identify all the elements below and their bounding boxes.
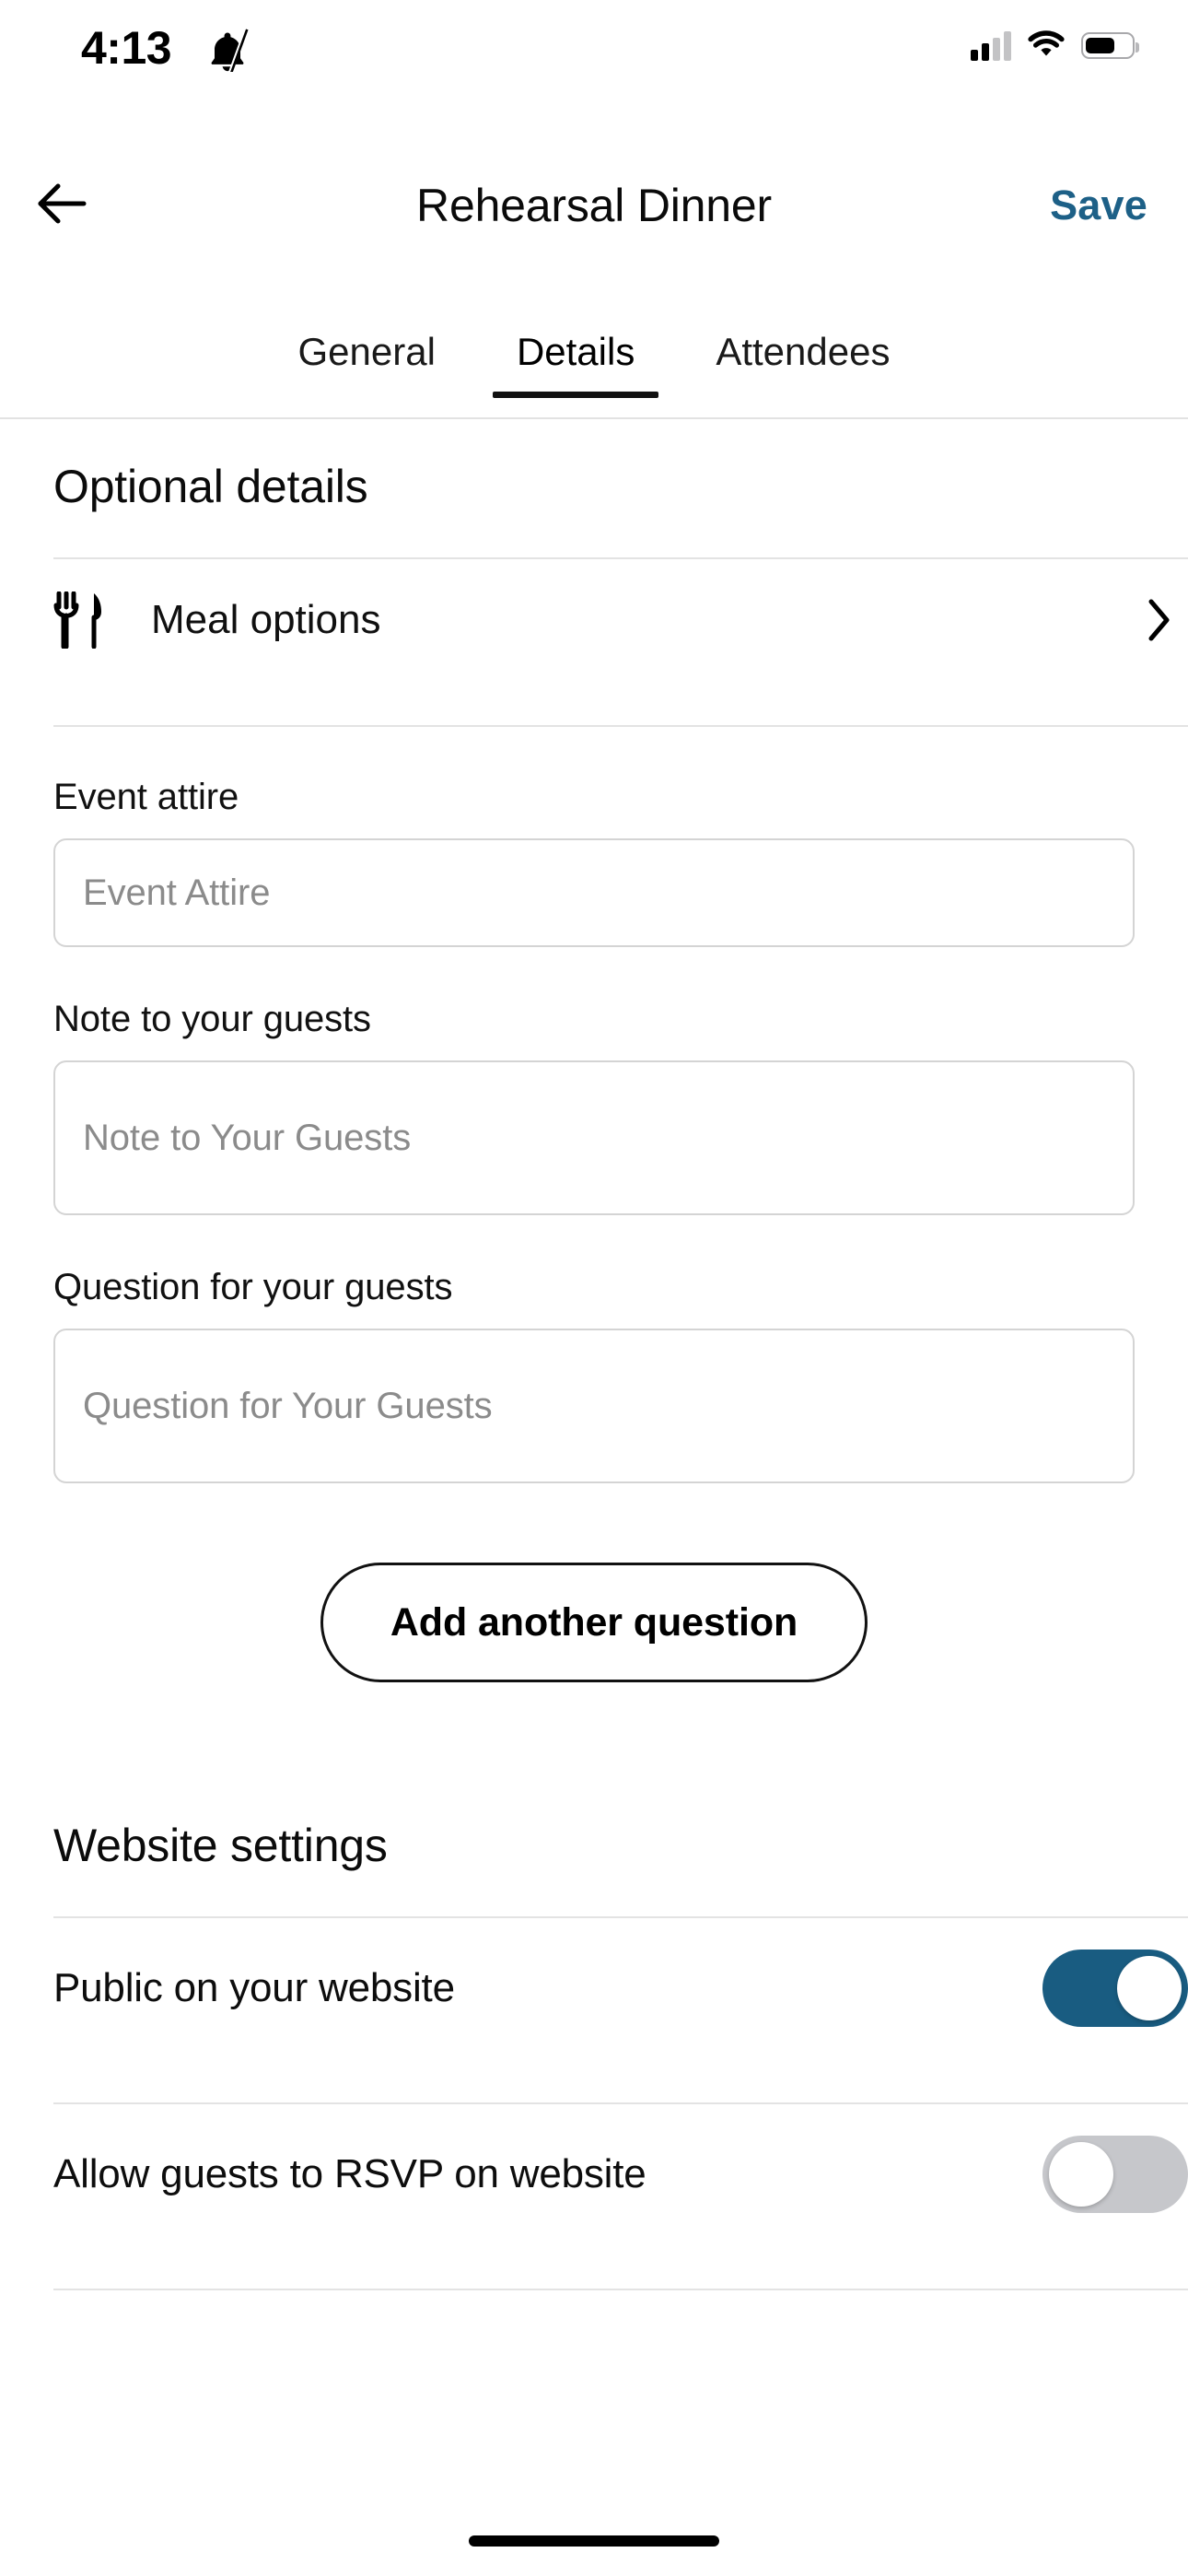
event-attire-placeholder: Event Attire xyxy=(83,872,271,913)
chevron-right-icon xyxy=(1135,599,1171,641)
tab-general[interactable]: General xyxy=(258,304,476,374)
toggle-knob xyxy=(1117,1956,1182,2020)
home-indicator[interactable] xyxy=(469,2535,719,2547)
cellular-signal-icon xyxy=(971,30,1011,61)
add-another-question-button[interactable]: Add another question xyxy=(320,1563,868,1682)
toggle-knob xyxy=(1049,2142,1113,2207)
battery-icon xyxy=(1081,32,1139,59)
section-title-optional-details: Optional details xyxy=(53,461,368,512)
status-icons xyxy=(971,29,1139,62)
toggle-allow-rsvp[interactable] xyxy=(1042,2136,1188,2213)
event-attire-input[interactable]: Event Attire xyxy=(53,838,1135,947)
save-button[interactable]: Save xyxy=(1050,155,1147,256)
field-note-to-guests: Note to your guests Note to Your Guests xyxy=(53,999,1135,1215)
field-label-event-attire: Event attire xyxy=(53,777,239,817)
page-title: Rehearsal Dinner xyxy=(416,180,772,231)
question-for-guests-placeholder: Question for Your Guests xyxy=(83,1385,493,1426)
field-question-for-guests: Question for your guests Question for Yo… xyxy=(53,1267,1135,1483)
details-content: Optional details Meal options Event atti… xyxy=(0,419,1188,2290)
field-event-attire: Event attire Event Attire xyxy=(53,777,1135,947)
toggle-row-allow-rsvp[interactable]: Allow guests to RSVP on website xyxy=(53,2104,1188,2244)
wifi-icon xyxy=(1028,29,1065,62)
section-title-website-settings: Website settings xyxy=(53,1820,388,1871)
status-time: 4:13 xyxy=(81,22,172,74)
meal-options-row[interactable]: Meal options xyxy=(53,559,1188,681)
field-label-note-to-guests: Note to your guests xyxy=(53,999,371,1039)
bell-slash-icon xyxy=(206,28,249,74)
tab-attendees[interactable]: Attendees xyxy=(675,304,930,374)
note-to-guests-placeholder: Note to Your Guests xyxy=(83,1117,412,1158)
tab-details[interactable]: Details xyxy=(476,304,675,398)
toggle-label-public-on-website: Public on your website xyxy=(53,1965,455,2010)
meal-options-label: Meal options xyxy=(151,597,381,642)
question-for-guests-input[interactable]: Question for Your Guests xyxy=(53,1329,1135,1483)
field-label-question-for-guests: Question for your guests xyxy=(53,1267,453,1307)
navigation-bar: Rehearsal Dinner Save xyxy=(0,155,1188,256)
toggle-row-public-on-website[interactable]: Public on your website xyxy=(53,1918,1188,2058)
phone-screen: 4:13 Rehearsal Dinner Save General Detai… xyxy=(0,0,1188,2576)
status-bar: 4:13 xyxy=(0,0,1188,101)
add-question-button-wrap: Add another question xyxy=(0,1563,1188,1682)
tab-bar: General Details Attendees xyxy=(0,304,1188,419)
toggle-public-on-website[interactable] xyxy=(1042,1950,1188,2027)
divider xyxy=(53,2289,1188,2290)
toggle-label-allow-rsvp: Allow guests to RSVP on website xyxy=(53,2151,646,2196)
fork-knife-icon xyxy=(53,591,125,649)
note-to-guests-input[interactable]: Note to Your Guests xyxy=(53,1060,1135,1215)
